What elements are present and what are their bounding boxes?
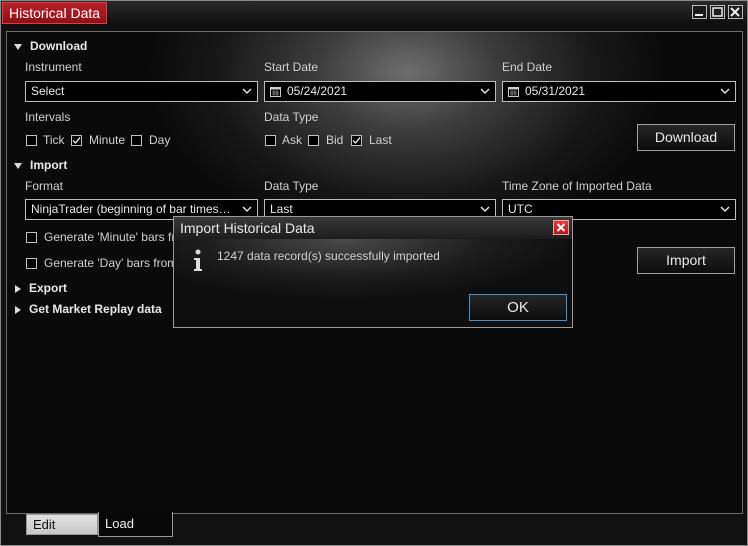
end-date-label: End Date — [502, 60, 553, 74]
maximize-icon[interactable] — [710, 5, 725, 19]
checkbox-minute-label: Minute — [89, 133, 126, 147]
window-title: Historical Data — [2, 2, 108, 24]
checkbox-generate-day[interactable] — [26, 258, 37, 269]
instrument-select[interactable]: Select — [25, 81, 258, 102]
checkbox-ask-label: Ask — [282, 133, 303, 147]
import-data-type-label: Data Type — [264, 179, 319, 193]
calendar-icon — [270, 86, 281, 97]
chevron-down-icon — [720, 206, 730, 213]
tab-edit[interactable]: Edit — [26, 514, 98, 535]
end-date-picker[interactable]: 05/31/2021 — [502, 81, 736, 102]
dialog-message: 1247 data record(s) successfully importe… — [217, 249, 440, 263]
title-bar[interactable]: Historical Data — [1, 1, 747, 24]
instrument-label: Instrument — [25, 60, 82, 74]
checkbox-bid[interactable] — [308, 135, 319, 146]
dialog-title[interactable]: Import Historical Data — [174, 217, 572, 239]
start-date-label: Start Date — [264, 60, 319, 74]
checkbox-last-label: Last — [369, 133, 392, 147]
format-label: Format — [25, 179, 64, 193]
export-section-header[interactable]: Export — [14, 281, 67, 295]
expand-arrow-icon — [15, 284, 21, 293]
timezone-label: Time Zone of Imported Data — [502, 179, 652, 193]
import-result-dialog: Import Historical Data 1247 data record(… — [173, 216, 573, 328]
info-icon — [194, 249, 202, 271]
collapse-arrow-icon — [14, 162, 22, 169]
checkbox-bid-label: Bid — [326, 133, 344, 147]
import-section-header[interactable]: Import — [14, 158, 67, 172]
check-icon — [72, 137, 81, 145]
chevron-down-icon — [480, 88, 490, 95]
import-button[interactable]: Import — [637, 247, 735, 274]
checkbox-day[interactable] — [131, 135, 142, 146]
checkbox-ask[interactable] — [265, 135, 276, 146]
dialog-body: 1247 data record(s) successfully importe… — [174, 239, 572, 327]
dialog-close-icon[interactable] — [553, 220, 569, 235]
checkbox-generate-minute[interactable] — [26, 232, 37, 243]
start-date-picker[interactable]: 05/24/2021 — [264, 81, 496, 102]
data-type-label: Data Type — [264, 110, 319, 124]
market-replay-section-header[interactable]: Get Market Replay data — [14, 302, 162, 316]
check-icon — [352, 137, 361, 145]
chevron-down-icon — [242, 88, 252, 95]
download-section-header[interactable]: Download — [14, 39, 87, 53]
minimize-icon[interactable] — [692, 5, 707, 19]
generate-minute-label: Generate 'Minute' bars fr — [44, 230, 176, 244]
checkbox-last[interactable] — [351, 135, 362, 146]
close-icon[interactable] — [728, 5, 743, 19]
ok-button[interactable]: OK — [469, 294, 567, 321]
generate-day-label: Generate 'Day' bars from — [44, 256, 178, 270]
checkbox-tick-label: Tick — [43, 133, 65, 147]
collapse-arrow-icon — [14, 43, 22, 50]
tab-load[interactable]: Load — [98, 512, 173, 537]
checkbox-tick[interactable] — [26, 135, 37, 146]
chevron-down-icon — [720, 88, 730, 95]
expand-arrow-icon — [15, 305, 21, 314]
checkbox-day-label: Day — [149, 133, 171, 147]
checkbox-minute[interactable] — [71, 135, 82, 146]
calendar-icon — [508, 86, 519, 97]
intervals-label: Intervals — [25, 110, 71, 124]
download-button[interactable]: Download — [637, 124, 735, 151]
